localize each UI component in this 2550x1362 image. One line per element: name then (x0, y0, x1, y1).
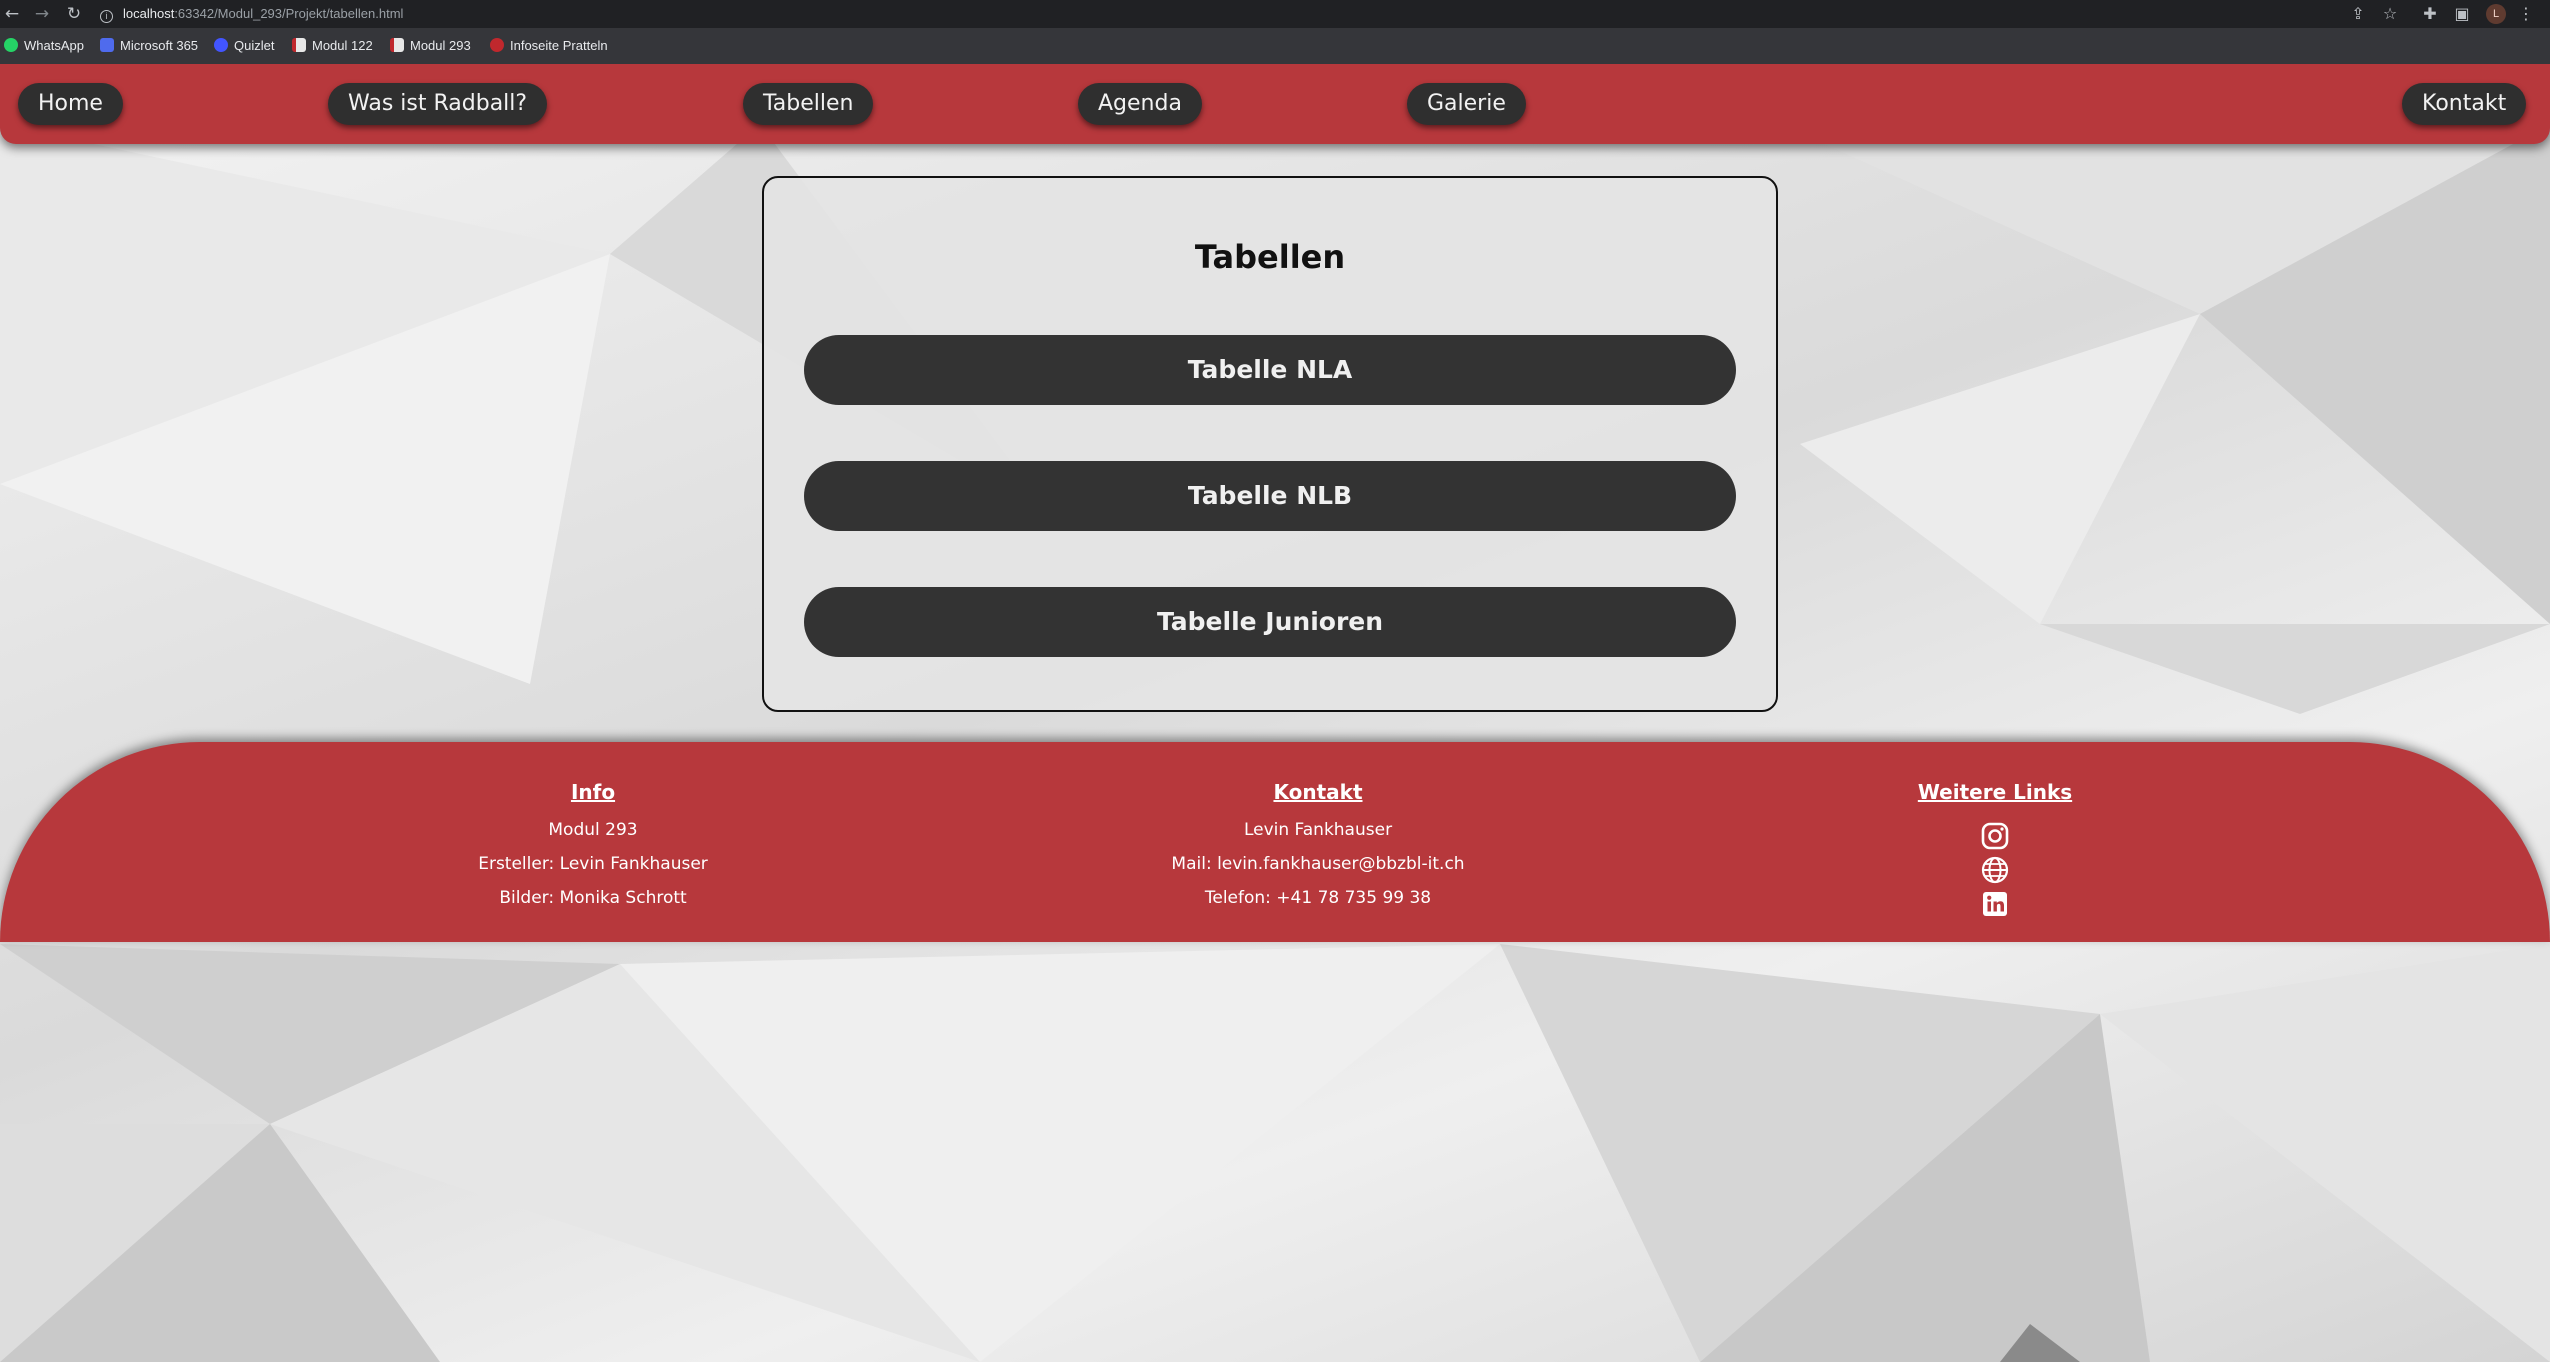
nav-home[interactable]: Home (18, 83, 123, 125)
bookmark-label: WhatsApp (24, 38, 84, 53)
bookmark-label: Microsoft 365 (120, 38, 199, 53)
bookmark-label: Modul 293 (410, 38, 471, 53)
footer-info-line: Modul 293 (548, 820, 638, 840)
reload-icon[interactable]: ↻ (64, 4, 84, 24)
footer-kontakt-column: Kontakt Levin Fankhauser Mail: levin.fan… (1068, 742, 1568, 942)
table-nla-button[interactable]: Tabelle NLA (804, 335, 1736, 405)
table-nlb-button[interactable]: Tabelle NLB (804, 461, 1736, 531)
quizlet-icon (214, 38, 228, 52)
address-bar[interactable]: i localhost:63342/Modul_293/Projekt/tabel… (100, 3, 2320, 25)
page-title: Tabellen (1194, 238, 1346, 276)
bookmark-modul122[interactable]: Modul 122 (292, 36, 373, 56)
footer-links-column: Weitere Links (1845, 742, 2145, 942)
browser-toolbar: ← → ↻ i localhost:63342/Modul_293/Projekt… (0, 0, 2550, 28)
bookmark-microsoft365[interactable]: Microsoft 365 (100, 36, 198, 56)
forward-icon[interactable]: → (32, 4, 52, 24)
sidepanel-icon[interactable]: ▣ (2452, 4, 2472, 24)
main-navbar: Home Was ist Radball? Tabellen Agenda Ga… (0, 64, 2550, 144)
url-host: localhost (123, 6, 175, 21)
tables-card: Tabellen Tabelle NLA Tabelle NLB Tabelle… (762, 176, 1778, 712)
footer-info-heading: Info (570, 780, 616, 804)
footer-info-column: Info Modul 293 Ersteller: Levin Fankhaus… (393, 742, 793, 942)
footer-kontakt-mail: Mail: levin.fankhauser@bbzbl-it.ch (1171, 854, 1465, 874)
table-junioren-button[interactable]: Tabelle Junioren (804, 587, 1736, 657)
url-path: :63342/Modul_293/Projekt/tabellen.html (174, 6, 404, 21)
bookmark-modul293[interactable]: Modul 293 (390, 36, 471, 56)
footer-links-heading: Weitere Links (1917, 780, 2073, 804)
share-icon[interactable]: ⇪ (2348, 4, 2368, 24)
bookmark-label: Infoseite Pratteln (510, 38, 608, 53)
footer-kontakt-phone: Telefon: +41 78 735 99 38 (1204, 888, 1432, 908)
nav-galerie[interactable]: Galerie (1407, 83, 1526, 125)
footer-info-line: Ersteller: Levin Fankhauser (478, 854, 708, 874)
bookmarks-bar: WhatsApp Microsoft 365 Quizlet Modul 122… (0, 28, 2550, 64)
footer: Info Modul 293 Ersteller: Levin Fankhaus… (0, 742, 2550, 942)
page-content: Home Was ist Radball? Tabellen Agenda Ga… (0, 64, 2550, 1362)
nav-kontakt[interactable]: Kontakt (2402, 83, 2527, 125)
nav-agenda[interactable]: Agenda (1078, 83, 1202, 125)
footer-kontakt-heading: Kontakt (1273, 780, 1363, 804)
footer-kontakt-name: Levin Fankhauser (1243, 820, 1393, 840)
bookmark-quizlet[interactable]: Quizlet (214, 36, 274, 56)
linkedin-icon[interactable] (1980, 889, 2010, 919)
bookmark-infoseite-pratteln[interactable]: Infoseite Pratteln (490, 36, 608, 56)
nav-was-ist-radball[interactable]: Was ist Radball? (328, 83, 548, 125)
bookmark-whatsapp[interactable]: WhatsApp (4, 36, 84, 56)
back-icon[interactable]: ← (2, 4, 22, 24)
profile-avatar[interactable]: L (2486, 4, 2506, 24)
site-info-icon[interactable]: i (100, 10, 113, 23)
menu-icon[interactable]: ⋮ (2516, 4, 2536, 24)
star-icon[interactable]: ☆ (2380, 4, 2400, 24)
extensions-icon[interactable]: ✚ (2420, 4, 2440, 24)
globe-icon[interactable] (1980, 855, 2010, 885)
bookmark-label: Modul 122 (312, 38, 373, 53)
instagram-icon[interactable] (1980, 821, 2010, 851)
heart-icon (490, 38, 504, 52)
microsoft365-icon (100, 38, 114, 52)
whatsapp-icon (4, 38, 18, 52)
footer-info-line: Bilder: Monika Schrott (499, 888, 687, 908)
page-icon (292, 38, 306, 52)
nav-tabellen[interactable]: Tabellen (743, 83, 874, 125)
bookmark-label: Quizlet (234, 38, 275, 53)
page-icon (390, 38, 404, 52)
